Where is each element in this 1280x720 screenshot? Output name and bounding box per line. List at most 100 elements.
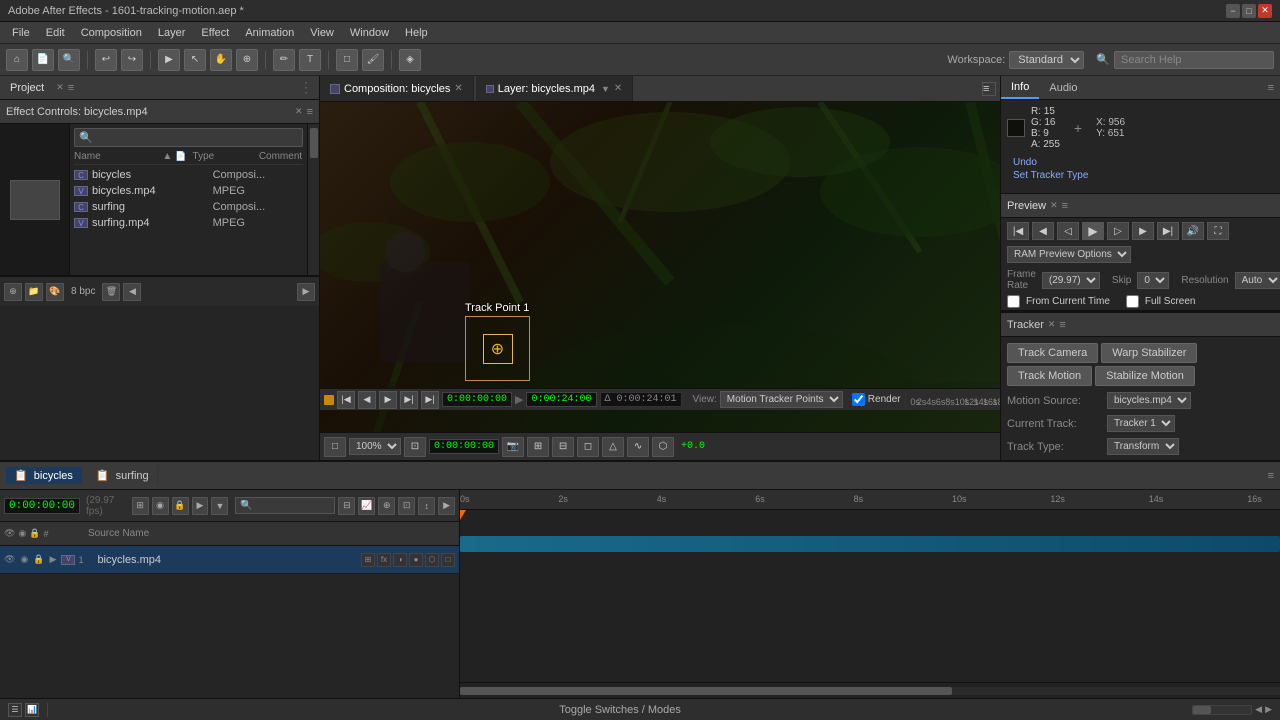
skip-select[interactable]: 0 xyxy=(1137,272,1169,289)
preview-tab-label[interactable]: Preview xyxy=(1007,200,1046,212)
timeline-tab-bicycles[interactable]: 📋 bicycles xyxy=(6,467,82,484)
scrollbar-track[interactable] xyxy=(460,687,1280,695)
comp-toggle-button[interactable]: □ xyxy=(324,437,346,457)
tool-zoom[interactable]: ⊕ xyxy=(236,49,258,71)
project-tab-x[interactable]: ✕ xyxy=(56,82,64,93)
menu-edit[interactable]: Edit xyxy=(38,25,73,41)
timeline-timecode[interactable]: 0:00:00:00 xyxy=(4,498,80,514)
prev-nav-button[interactable]: ◀ xyxy=(123,283,141,301)
comp-tab-layer[interactable]: Layer: bicycles.mp4 ▼ ✕ xyxy=(476,76,634,101)
track-box-outer[interactable]: ⊕ xyxy=(465,316,530,381)
effect-controls-close[interactable]: ✕ xyxy=(295,106,303,117)
prev-play-button[interactable]: ▶ xyxy=(1082,222,1104,240)
tl-mode-button[interactable]: ☰ xyxy=(8,703,22,717)
menu-animation[interactable]: Animation xyxy=(237,25,302,41)
prev-step-back-button[interactable]: ◁ xyxy=(1057,222,1079,240)
project-scrollbar[interactable] xyxy=(307,124,319,275)
tl-right-scrollbar[interactable] xyxy=(460,682,1280,698)
prev-last-button[interactable]: ▶| xyxy=(1157,222,1179,240)
layer-lock-icon[interactable]: 🔒 xyxy=(33,554,44,565)
solo-button[interactable]: ◉ xyxy=(152,497,169,515)
tl-more-button[interactable]: ↕ xyxy=(418,497,435,515)
layer-row-bicycles[interactable]: 👁 ◉ 🔒 ▶ V 1 bicycles.mp4 ⊞ fx ◑ ● ⬡ □ xyxy=(0,546,459,574)
redo-button[interactable]: ↪ xyxy=(121,49,143,71)
play-button[interactable]: ▶ xyxy=(379,391,397,409)
audio-tab[interactable]: Audio xyxy=(1039,76,1087,99)
prev-first-button[interactable]: |◀ xyxy=(1007,222,1029,240)
next-frame-button[interactable]: ▶| xyxy=(400,391,418,409)
track-box-inner[interactable]: ⊕ xyxy=(483,334,513,364)
project-tab[interactable]: Project xyxy=(6,82,48,94)
nav-right-btn[interactable]: ▶ xyxy=(1265,704,1272,715)
new-item-button[interactable]: ⊕ xyxy=(4,283,22,301)
viewer-timecode[interactable]: 0:00:00:00 xyxy=(429,439,499,454)
set-tracker-action[interactable]: Set Tracker Type xyxy=(1013,170,1268,181)
menu-file[interactable]: File xyxy=(4,25,38,41)
track-type-select[interactable]: Transform xyxy=(1107,438,1179,455)
viewer-options-button[interactable]: ≡ xyxy=(982,82,996,96)
info-tab[interactable]: Info xyxy=(1001,76,1039,99)
file-row-bicycles-mp4[interactable]: V bicycles.mp4 MPEG xyxy=(74,183,303,199)
from-current-checkbox[interactable] xyxy=(1007,295,1020,308)
frame-rate-select[interactable]: (29.97) xyxy=(1042,272,1100,289)
shape-button[interactable]: △ xyxy=(602,437,624,457)
current-track-select[interactable]: Tracker 1 xyxy=(1107,415,1175,432)
guides-button[interactable]: ⊟ xyxy=(552,437,574,457)
mask-button[interactable]: ◻ xyxy=(577,437,599,457)
bpc-toggle[interactable]: 🎨 xyxy=(46,283,64,301)
prev-frame-button[interactable]: ◀ xyxy=(358,391,376,409)
scrollbar-thumb[interactable] xyxy=(310,128,318,158)
prev-step-fwd-button[interactable]: ▷ xyxy=(1107,222,1129,240)
col-settings-button[interactable]: ⊟ xyxy=(338,497,355,515)
prev-fullscreen-button[interactable]: ⛶ xyxy=(1207,222,1229,240)
tool-hand[interactable]: ✋ xyxy=(210,49,232,71)
ram-preview-select[interactable]: RAM Preview Options xyxy=(1007,246,1131,263)
workspace-select[interactable]: Standard xyxy=(1009,51,1084,69)
project-search[interactable]: 🔍 xyxy=(74,128,303,147)
layer-sw-3[interactable]: ◑ xyxy=(393,553,407,567)
duration-display[interactable]: 0:00:24:00 xyxy=(526,392,596,407)
layer-sw-4[interactable]: ● xyxy=(409,553,423,567)
zoom-select[interactable]: 100% 50% 200% xyxy=(349,438,401,455)
layer-sw-1[interactable]: ⊞ xyxy=(361,553,375,567)
resolution-select[interactable]: Auto xyxy=(1235,272,1280,289)
menu-help[interactable]: Help xyxy=(397,25,436,41)
render-button[interactable]: ▶ xyxy=(158,49,180,71)
menu-layer[interactable]: Layer xyxy=(150,25,194,41)
layer-tab-dropdown[interactable]: ▼ xyxy=(601,84,610,94)
delete-button[interactable]: 🗑 xyxy=(102,283,120,301)
collapse-button[interactable]: ▼ xyxy=(211,497,228,515)
menu-composition[interactable]: Composition xyxy=(73,25,150,41)
effect-controls-options[interactable]: ≡ xyxy=(307,106,313,118)
next-nav-button[interactable]: ▶ xyxy=(297,283,315,301)
tl-settings-button[interactable]: ⊡ xyxy=(398,497,415,515)
layer-tab-close[interactable]: ✕ xyxy=(614,83,622,94)
layer-expand-icon[interactable]: ▶ xyxy=(50,554,57,565)
prev-audio-button[interactable]: 🔊 xyxy=(1182,222,1204,240)
comp-tab-bicycles[interactable]: Composition: bicycles ✕ xyxy=(320,76,474,101)
preview-panel-options[interactable]: ≡ xyxy=(1062,200,1068,212)
undo-button[interactable]: ↩ xyxy=(95,49,117,71)
maximize-button[interactable]: □ xyxy=(1242,4,1256,18)
stabilize-motion-button[interactable]: Stabilize Motion xyxy=(1095,366,1195,386)
layer-sw-5[interactable]: ⬡ xyxy=(425,553,439,567)
search-help-input[interactable]: Search Help xyxy=(1114,51,1274,69)
project-search-input[interactable] xyxy=(96,132,298,144)
warp-stabilizer-button[interactable]: Warp Stabilizer xyxy=(1101,343,1197,363)
layer-solo-icon[interactable]: ◉ xyxy=(20,554,28,565)
scrollbar-thumb-h[interactable] xyxy=(460,687,952,695)
full-screen-checkbox[interactable] xyxy=(1126,295,1139,308)
layer-mode-button[interactable]: ⊞ xyxy=(132,497,149,515)
timeline-tab-surfing[interactable]: 📋 surfing xyxy=(88,467,158,484)
lock-button[interactable]: 🔒 xyxy=(172,497,189,515)
menu-effect[interactable]: Effect xyxy=(193,25,237,41)
grid-button[interactable]: ⊞ xyxy=(527,437,549,457)
undo-action[interactable]: Undo xyxy=(1013,157,1268,168)
tool-text[interactable]: T xyxy=(299,49,321,71)
info-panel-options[interactable]: ≡ xyxy=(1268,82,1274,94)
3d-button[interactable]: ⬡ xyxy=(652,437,674,457)
go-end-button[interactable]: ▶| xyxy=(421,391,439,409)
menu-window[interactable]: Window xyxy=(342,25,397,41)
minimize-button[interactable]: − xyxy=(1226,4,1240,18)
home-button[interactable]: ⌂ xyxy=(6,49,28,71)
